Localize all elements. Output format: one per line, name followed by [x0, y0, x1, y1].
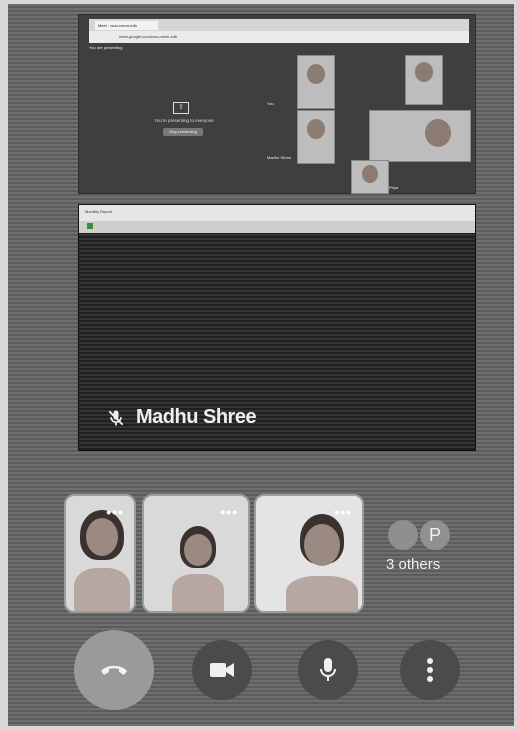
participant-tile[interactable]: ••• — [64, 494, 136, 613]
participant-face — [304, 524, 340, 566]
presenter-label: Madhu Shree — [106, 406, 257, 429]
videocam-icon — [210, 663, 234, 677]
more-options-icon[interactable]: ••• — [220, 504, 238, 520]
document-titlebar: Monthly Report — [79, 205, 475, 221]
participant-face — [184, 534, 212, 566]
call-controls — [74, 630, 504, 710]
microphone-button[interactable] — [298, 640, 358, 700]
participant-tile[interactable]: ••• — [142, 494, 250, 613]
more-vert-icon — [427, 658, 433, 682]
participant-avatar — [388, 520, 418, 550]
others-group[interactable]: P 3 others — [380, 520, 500, 610]
presenting-panel: ⇧ You're presenting to everyone Stop pre… — [139, 100, 229, 150]
participant-strip: ••• ••• ••• P 3 others — [64, 494, 504, 614]
participant-face — [362, 165, 378, 183]
participant-body — [286, 576, 358, 611]
presenter-name: Madhu Shree — [136, 406, 257, 428]
end-call-button[interactable] — [74, 630, 154, 710]
more-options-button[interactable] — [400, 640, 460, 700]
presenting-message: You're presenting to everyone — [154, 118, 214, 123]
stop-presenting-button[interactable]: Stop presenting — [163, 128, 203, 136]
phone-hangup-icon — [101, 665, 127, 675]
present-screen-icon: ⇧ — [173, 102, 189, 114]
mini-participant-tile[interactable] — [297, 55, 335, 109]
mini-participant-tile[interactable] — [405, 55, 443, 105]
mini-label: You — [267, 101, 274, 106]
participant-face — [86, 518, 118, 556]
mini-participant-tile[interactable] — [297, 110, 335, 164]
browser-tab-bar: Meet - wou-nzem-edh — [89, 19, 469, 31]
url-text: meet.google.com/wou-nzem-edh — [119, 34, 178, 39]
document-ribbon — [79, 221, 475, 233]
browser-tab[interactable]: Meet - wou-nzem-edh — [95, 21, 158, 30]
mini-label: Priya — [389, 185, 399, 190]
more-options-icon[interactable]: ••• — [334, 504, 352, 520]
sheets-icon — [87, 223, 93, 229]
screenshot-photo: Meet - wou-nzem-edh meet.google.com/wou-… — [8, 4, 514, 726]
participant-face — [425, 119, 451, 147]
participant-face — [307, 64, 325, 84]
mini-label: Madhu Shree — [267, 155, 292, 160]
participant-tile[interactable]: ••• — [254, 494, 364, 613]
participant-face — [415, 62, 433, 82]
mini-participant-tile[interactable] — [369, 110, 471, 162]
document-title: Monthly Report — [85, 209, 113, 214]
participant-body — [74, 568, 130, 611]
browser-url-bar[interactable]: meet.google.com/wou-nzem-edh — [89, 31, 469, 43]
mic-icon — [320, 658, 336, 681]
participant-face — [307, 119, 325, 139]
participant-avatar-letter: P — [420, 520, 450, 550]
presented-screen: Meet - wou-nzem-edh meet.google.com/wou-… — [78, 14, 476, 194]
participant-body — [172, 574, 224, 611]
mini-participant-tile[interactable] — [351, 160, 389, 194]
others-count-label: 3 others — [386, 556, 441, 573]
more-options-icon[interactable]: ••• — [106, 504, 124, 520]
mic-off-icon — [106, 408, 126, 428]
meet-status-label: You are presenting — [89, 45, 123, 50]
camera-button[interactable] — [192, 640, 252, 700]
